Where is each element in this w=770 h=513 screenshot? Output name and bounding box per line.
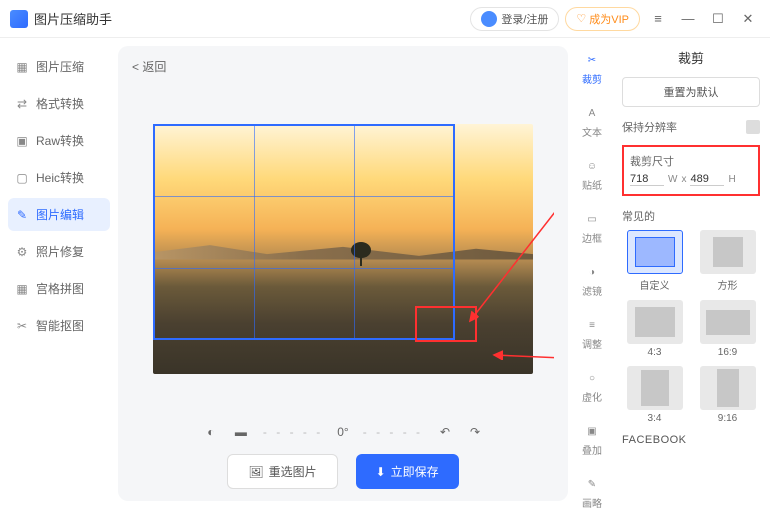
x-symbol: x xyxy=(681,174,686,185)
minimize-button[interactable]: — xyxy=(676,7,700,31)
keep-ratio-label: 保持分辨率 xyxy=(622,119,677,135)
sticker-icon: ☺ xyxy=(583,157,601,175)
annotation-box xyxy=(415,306,477,342)
canvas-toolbar: ◐ ▬ - - - - - 0° - - - - - ↶ ↷ xyxy=(132,424,554,440)
preset-自定义[interactable]: 自定义 xyxy=(622,230,687,292)
rail-blur[interactable]: ○虚化 xyxy=(572,366,612,407)
app-logo-icon xyxy=(10,10,28,28)
reselect-button[interactable]: 🖼 重选图片 xyxy=(227,454,337,489)
w-symbol: W xyxy=(668,174,677,185)
back-button[interactable]: < 返回 xyxy=(132,58,554,75)
raw-icon: ▣ xyxy=(14,133,30,149)
editor-main: < 返回 ◐ ▬ - - - - xyxy=(118,46,568,501)
fit-icon[interactable]: ▬ xyxy=(233,424,249,440)
compare-icon[interactable]: ◐ xyxy=(203,424,219,440)
adjust-icon: ≡ xyxy=(583,316,601,334)
maximize-button[interactable]: ☐ xyxy=(706,7,730,31)
login-button[interactable]: 登录/注册 xyxy=(470,7,559,31)
close-button[interactable]: ✕ xyxy=(736,7,760,31)
brush-icon: ✎ xyxy=(583,475,601,493)
border-icon: ▭ xyxy=(583,210,601,228)
sidebar-item-repair[interactable]: ⚙照片修复 xyxy=(8,235,110,268)
panel-title: 裁剪 xyxy=(622,48,760,67)
image-icon: 🖼 xyxy=(248,465,263,479)
preset-16:9[interactable]: 16:9 xyxy=(695,300,760,358)
crop-handle-tr[interactable] xyxy=(445,124,455,134)
preset-grid: 自定义方形4:316:93:49:16 xyxy=(622,230,760,424)
rotate-ccw-icon[interactable]: ↶ xyxy=(437,424,453,440)
app-title: 图片压缩助手 xyxy=(34,9,112,28)
facebook-label: FACEBOOK xyxy=(622,434,760,446)
rail-filter[interactable]: ◑滤镜 xyxy=(572,260,612,301)
rail-sticker[interactable]: ☺贴纸 xyxy=(572,154,612,195)
rotation-value: 0° xyxy=(337,425,348,439)
tool-rail: ✂裁剪 A文本 ☺贴纸 ▭边框 ◑滤镜 ≡调整 ○虚化 ▣叠加 ✎画略 xyxy=(572,38,612,509)
photo-preview[interactable] xyxy=(153,124,533,374)
sidebar-item-heic[interactable]: ▢Heic转换 xyxy=(8,161,110,194)
blur-icon: ○ xyxy=(583,369,601,387)
preset-4:3[interactable]: 4:3 xyxy=(622,300,687,358)
reset-button[interactable]: 重置为默认 xyxy=(622,77,760,107)
sidebar-item-collage[interactable]: ▦宫格拼图 xyxy=(8,272,110,305)
crop-height-input[interactable] xyxy=(690,173,724,186)
login-label: 登录/注册 xyxy=(501,11,548,27)
rail-overlay[interactable]: ▣叠加 xyxy=(572,419,612,460)
repair-icon: ⚙ xyxy=(14,244,30,260)
rail-adjust[interactable]: ≡调整 xyxy=(572,313,612,354)
rail-border[interactable]: ▭边框 xyxy=(572,207,612,248)
vip-button[interactable]: ♡ 成为VIP xyxy=(565,7,640,31)
sidebar-item-raw[interactable]: ▣Raw转换 xyxy=(8,124,110,157)
crop-icon: ✂ xyxy=(583,51,601,69)
convert-icon: ⇄ xyxy=(14,96,30,112)
rail-text[interactable]: A文本 xyxy=(572,101,612,142)
text-icon: A xyxy=(583,104,601,122)
canvas-area xyxy=(132,83,554,414)
edit-icon: ✎ xyxy=(14,207,30,223)
preset-方形[interactable]: 方形 xyxy=(695,230,760,292)
grid-icon: ▦ xyxy=(14,281,30,297)
crop-size-label: 裁剪尺寸 xyxy=(630,153,752,169)
heart-icon: ♡ xyxy=(576,12,586,25)
preset-9:16[interactable]: 9:16 xyxy=(695,366,760,424)
vip-label: 成为VIP xyxy=(589,11,629,27)
avatar-icon xyxy=(481,11,497,27)
rail-brush[interactable]: ✎画略 xyxy=(572,472,612,513)
sidebar-item-cutout[interactable]: ✂智能抠图 xyxy=(8,309,110,342)
slider-right: - - - - - xyxy=(363,425,423,439)
filter-icon: ◑ xyxy=(583,263,601,281)
sidebar: ▦图片压缩 ⇄格式转换 ▣Raw转换 ▢Heic转换 ✎图片编辑 ⚙照片修复 ▦… xyxy=(0,38,118,509)
slider-left: - - - - - xyxy=(263,425,323,439)
crop-handle-bl[interactable] xyxy=(153,330,163,340)
save-button[interactable]: ⬇ 立即保存 xyxy=(356,454,459,489)
sidebar-item-edit[interactable]: ✎图片编辑 xyxy=(8,198,110,231)
cutout-icon: ✂ xyxy=(14,318,30,334)
rotate-cw-icon[interactable]: ↷ xyxy=(467,424,483,440)
keep-ratio-toggle[interactable] xyxy=(746,120,760,134)
crop-frame[interactable] xyxy=(153,124,455,340)
sidebar-item-format[interactable]: ⇄格式转换 xyxy=(8,87,110,120)
crop-size-box: 裁剪尺寸 W x H xyxy=(622,145,760,196)
titlebar: 图片压缩助手 登录/注册 ♡ 成为VIP ≡ — ☐ ✕ xyxy=(0,0,770,38)
image-icon: ▦ xyxy=(14,59,30,75)
crop-panel: 裁剪 重置为默认 保持分辨率 裁剪尺寸 W x H 常见的 自定义方形4:316… xyxy=(612,38,770,509)
crop-handle-tl[interactable] xyxy=(153,124,163,134)
crop-width-input[interactable] xyxy=(630,173,664,186)
menu-button[interactable]: ≡ xyxy=(646,7,670,31)
heic-icon: ▢ xyxy=(14,170,30,186)
preset-3:4[interactable]: 3:4 xyxy=(622,366,687,424)
h-symbol: H xyxy=(728,174,735,185)
overlay-icon: ▣ xyxy=(583,422,601,440)
sidebar-item-compress[interactable]: ▦图片压缩 xyxy=(8,50,110,83)
rail-crop[interactable]: ✂裁剪 xyxy=(572,48,612,89)
common-label: 常见的 xyxy=(622,208,760,224)
download-icon: ⬇ xyxy=(376,465,386,479)
